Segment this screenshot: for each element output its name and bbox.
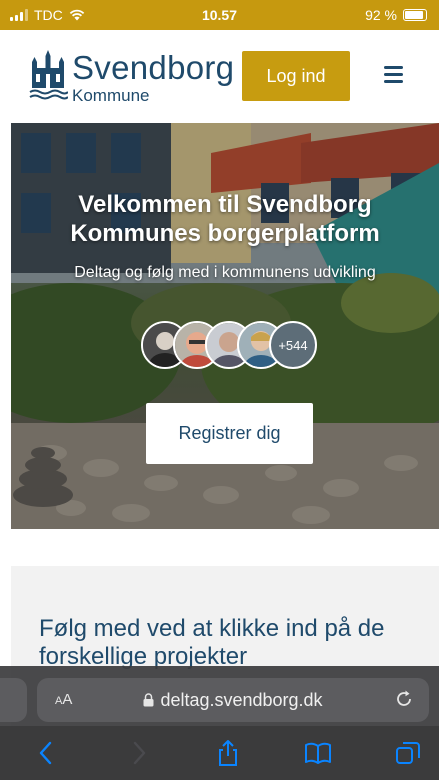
battery-icon <box>403 9 427 21</box>
back-icon[interactable] <box>32 739 62 767</box>
previous-tab-preview[interactable] <box>0 678 27 722</box>
lock-icon <box>143 693 154 707</box>
battery-fill <box>405 11 424 19</box>
tabs-icon[interactable] <box>393 739 423 767</box>
battery-percent: 92 % <box>365 7 397 23</box>
site-header: Svendborg Kommune Log ind <box>0 30 439 123</box>
bookmarks-icon[interactable] <box>303 739 333 767</box>
hero-title: Velkommen til Svendborg Kommunes borgerp… <box>70 191 380 247</box>
logo-text: Svendborg Kommune <box>72 50 234 105</box>
logo-name: Svendborg <box>72 49 235 86</box>
site-logo[interactable]: Svendborg Kommune <box>28 50 234 105</box>
url-display[interactable]: deltag.svendborg.dk <box>37 690 429 711</box>
share-icon[interactable] <box>213 739 243 767</box>
more-participants-count: +544 <box>269 321 317 369</box>
status-right: 92 % <box>365 7 427 23</box>
browser-url-area: AA deltag.svendborg.dk <box>0 666 439 726</box>
login-button[interactable]: Log ind <box>242 51 350 101</box>
forward-icon <box>133 741 146 765</box>
browser-toolbar <box>0 726 439 780</box>
register-button[interactable]: Registrer dig <box>146 403 313 464</box>
status-bar: TDC 10.57 92 % <box>0 0 439 30</box>
logo-sub: Kommune <box>72 86 150 105</box>
hero-subtitle: Deltag og følg med i kommunens udvikling <box>74 264 376 281</box>
hamburger-icon[interactable] <box>380 64 410 86</box>
url-text: deltag.svendborg.dk <box>160 690 323 710</box>
hero-banner: Velkommen til Svendborg Kommunes borgerp… <box>11 123 439 529</box>
projects-heading: Følg med ved at klikke ind på de forskel… <box>39 615 385 670</box>
reload-icon[interactable] <box>393 688 415 710</box>
svendborg-logo-icon <box>29 50 68 100</box>
address-bar[interactable]: AA deltag.svendborg.dk <box>37 678 429 722</box>
